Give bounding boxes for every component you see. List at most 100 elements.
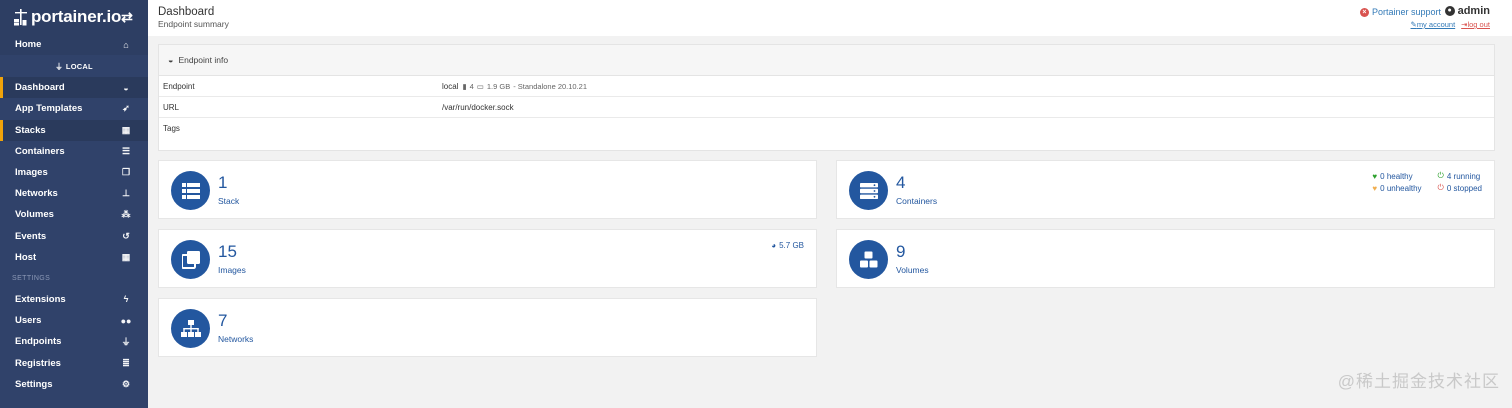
- endpoint-info-header: ◒ Endpoint info: [159, 45, 1494, 76]
- power-off-icon: ⏻: [1437, 183, 1444, 192]
- containers-tile[interactable]: 4 Containers ♥ 0 healthy ⏻ 4 running ♥ 0 un…: [836, 160, 1495, 219]
- history-icon: ↺: [122, 230, 130, 241]
- sidebar-item-label: Stacks: [15, 124, 46, 136]
- power-off-icon: ⏻: [1437, 171, 1444, 180]
- memory-size: 1.9 GB: [486, 81, 511, 91]
- sidebar-item-label: Settings: [15, 378, 53, 390]
- server-icon: ☰: [121, 145, 131, 156]
- sidebar-item-stacks[interactable]: Stacks ▦: [0, 119, 148, 141]
- url-key: URL: [163, 102, 180, 112]
- url-row: URL /var/run/docker.sock: [159, 97, 1494, 118]
- sidebar-item-app-templates[interactable]: App Templates ➶: [0, 98, 148, 119]
- sidebar-item-containers[interactable]: Containers ☰: [0, 141, 148, 162]
- volumes-label: Volumes: [896, 265, 929, 275]
- support-link[interactable]: × Portainer support: [1359, 7, 1441, 17]
- sidebar-item-settings[interactable]: Settings ⚙: [0, 374, 148, 395]
- sidebar-item-label: Volumes: [15, 209, 54, 221]
- networks-count: 7: [218, 311, 228, 330]
- stack-label: Stack: [218, 196, 240, 206]
- networks-tile[interactable]: 7 Networks: [158, 298, 817, 357]
- sidebar-item-registries[interactable]: Registries ≣: [0, 352, 148, 373]
- containers-label: Containers: [896, 196, 938, 206]
- th-list-icon: ▦: [121, 124, 131, 135]
- home-icon: ⌂: [123, 39, 129, 50]
- th-list-icon: [171, 171, 210, 210]
- sidebar-item-endpoints[interactable]: Endpoints ⏚: [0, 331, 148, 352]
- endpoint-value: local ▮ 4 ▭ 1.9 GB - Standalone 20.10.21: [442, 82, 587, 91]
- sidebar-item-volumes[interactable]: Volumes ⁂: [0, 204, 148, 225]
- users-icon: ●●: [120, 315, 132, 326]
- brand-name: portainer.io: [31, 7, 122, 26]
- page-header: Dashboard Endpoint summary × Portainer s…: [148, 0, 1512, 36]
- images-size: ◕ 5.7 GB: [771, 241, 804, 250]
- images-tile[interactable]: 15 Images ◕ 5.7 GB: [158, 229, 817, 288]
- bolt-icon: ϟ: [123, 294, 129, 305]
- sidebar-item-host[interactable]: Host ▦: [0, 247, 148, 268]
- th-icon: ▦: [121, 251, 131, 262]
- cpu-count: 4: [469, 81, 474, 91]
- volumes-tile[interactable]: 9 Volumes: [836, 229, 1495, 288]
- cogs-icon: ⚙: [121, 378, 131, 389]
- sitemap-icon: ⊥: [122, 188, 130, 199]
- volumes-count: 9: [896, 242, 906, 261]
- sidebar-item-label: Users: [15, 315, 42, 327]
- page-title: Dashboard: [158, 6, 215, 18]
- username: admin: [1457, 5, 1490, 17]
- heartbeat-icon: ♥: [1372, 171, 1378, 181]
- containers-count: 4: [896, 173, 906, 192]
- rocket-icon: ➶: [122, 103, 130, 114]
- user-info: ● admin: [1444, 5, 1490, 17]
- pie-chart-icon: ◕: [771, 241, 777, 250]
- settings-section-title: SETTINGS: [12, 274, 51, 282]
- memory-icon: ▭: [476, 81, 484, 91]
- sidebar-item-users[interactable]: Users ●●: [0, 310, 148, 331]
- microchip-icon: ▮: [462, 81, 467, 91]
- sidebar-item-label: Home: [15, 39, 42, 51]
- heartbeat-icon: ♥: [1372, 183, 1378, 193]
- watermark: @稀土掘金技术社区: [1337, 372, 1500, 391]
- sidebar-item-label: Host: [15, 251, 37, 263]
- images-count: 15: [218, 242, 237, 261]
- sidebar-item-events[interactable]: Events ↺: [0, 226, 148, 247]
- tags-key: Tags: [163, 124, 180, 133]
- times-circle-icon: ×: [1359, 7, 1369, 17]
- sitemap-icon: [171, 309, 210, 348]
- endpoint-key: Endpoint: [163, 81, 195, 91]
- sidebar-item-home[interactable]: Home ⌂: [0, 34, 148, 56]
- portainer-crane-icon: [14, 9, 27, 26]
- endpoint-info-title: Endpoint info: [178, 55, 229, 65]
- sidebar-item-label: Dashboard: [15, 82, 65, 94]
- sidebar: portainer.io ⇄ Home ⌂ ⏚ LOCAL Dashboard …: [0, 0, 148, 408]
- server-icon: [849, 171, 888, 210]
- endpoint-row: Endpoint local ▮ 4 ▭ 1.9 GB - Standalone…: [159, 76, 1494, 97]
- stack-tile[interactable]: 1 Stack: [158, 160, 817, 219]
- tachometer-icon: ◒: [168, 55, 174, 65]
- support-label: Portainer support: [1371, 7, 1441, 17]
- stack-count: 1: [218, 173, 228, 192]
- endpoint-name: LOCAL: [65, 61, 93, 71]
- endpoint-meta: ▮ 4 ▭ 1.9 GB - Standalone 20.10.21: [462, 82, 587, 91]
- my-account-link[interactable]: ✎my account: [1411, 20, 1456, 29]
- running-status: ⏻ 4 running: [1437, 171, 1481, 181]
- unhealthy-status: ♥ 0 unhealthy: [1372, 183, 1422, 193]
- endpoint-info-widget: ◒ Endpoint info Endpoint local ▮ 4 ▭ 1.9…: [158, 44, 1495, 151]
- containers-status: ♥ 0 healthy ⏻ 4 running ♥ 0 unhealthy ⏻ 0 st…: [1372, 171, 1482, 193]
- sidebar-item-label: Extensions: [15, 293, 66, 305]
- endpoint-name: local: [442, 81, 459, 91]
- images-label: Images: [218, 265, 246, 275]
- sidebar-item-label: Images: [15, 167, 48, 179]
- url-value: /var/run/docker.sock: [442, 102, 514, 112]
- sidebar-item-dashboard[interactable]: Dashboard ◒: [0, 77, 148, 99]
- sidebar-item-extensions[interactable]: Extensions ϟ: [0, 289, 148, 310]
- log-out-link[interactable]: ⇥log out: [1461, 20, 1490, 29]
- sidebar-item-label: App Templates: [15, 103, 83, 115]
- sidebar-item-label: Registries: [15, 357, 61, 369]
- tachometer-icon: ◒: [123, 82, 129, 93]
- docker-mode: - Standalone 20.10.21: [513, 81, 588, 91]
- portainer-logo[interactable]: portainer.io: [14, 7, 121, 27]
- sidebar-item-networks[interactable]: Networks ⊥: [0, 183, 148, 204]
- sidebar-item-images[interactable]: Images ❐: [0, 162, 148, 183]
- exchange-icon[interactable]: ⇄: [121, 9, 133, 26]
- clone-icon: ❐: [121, 167, 131, 178]
- endpoint-title: ⏚ LOCAL: [0, 55, 148, 77]
